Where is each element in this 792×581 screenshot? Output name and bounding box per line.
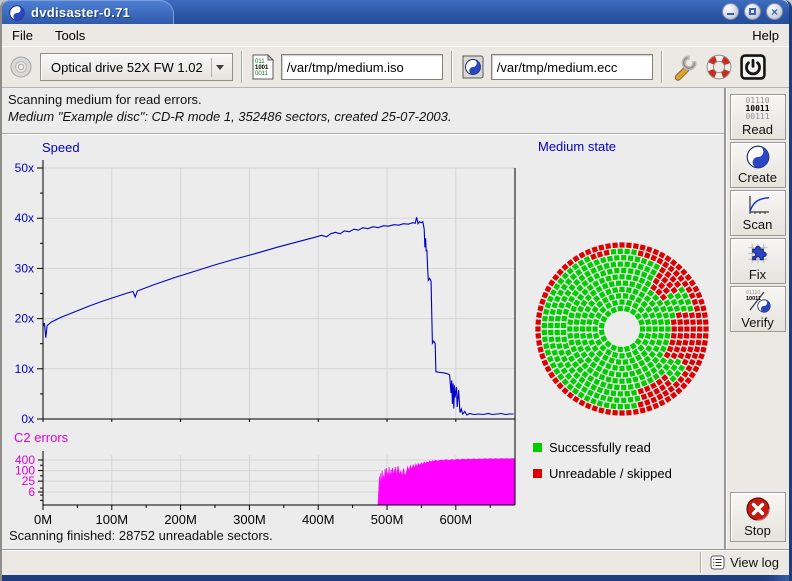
svg-text:50x: 50x xyxy=(15,161,34,175)
toolbar-separator xyxy=(661,51,663,83)
read-binary-icon: 01110 10011 00111 xyxy=(745,97,769,121)
stop-icon xyxy=(745,496,771,522)
stop-label: Stop xyxy=(744,523,771,538)
drive-selector-value: Optical drive 52X FW 1.02 xyxy=(51,60,203,75)
svg-text:0M: 0M xyxy=(34,512,52,527)
minimize-icon xyxy=(727,13,734,15)
iso-path-input[interactable] xyxy=(281,54,443,80)
window-title: dvdisaster-0.71 xyxy=(31,5,130,20)
statusbar: View log xyxy=(2,549,789,575)
svg-text:20x: 20x xyxy=(15,312,34,326)
separator xyxy=(2,133,724,135)
medium-state-disc xyxy=(530,236,714,424)
speed-c2-chart: 0x10x20x30x40x50x4001002560M100M200M300M… xyxy=(2,136,532,530)
svg-text:200M: 200M xyxy=(164,512,197,527)
toolbar-separator xyxy=(451,51,453,83)
scan-button[interactable]: Scan xyxy=(730,190,786,236)
statusbar-left xyxy=(2,550,700,575)
fix-label: Fix xyxy=(749,267,766,282)
svg-text:600M: 600M xyxy=(440,512,473,527)
svg-text:30x: 30x xyxy=(15,261,34,275)
chevron-down-icon xyxy=(216,65,224,70)
optical-drive-icon xyxy=(8,54,34,80)
minimize-button[interactable] xyxy=(722,3,739,20)
svg-text:40x: 40x xyxy=(15,211,34,225)
legend-ok-swatch xyxy=(533,443,542,452)
svg-text:0011: 0011 xyxy=(255,71,269,77)
menu-help[interactable]: Help xyxy=(750,26,781,45)
stop-button[interactable]: Stop xyxy=(730,492,786,542)
legend-ok-label: Successfully read xyxy=(549,440,651,455)
create-button[interactable]: Create xyxy=(730,142,786,188)
svg-text:400M: 400M xyxy=(302,512,335,527)
help-lifebuoy-icon[interactable] xyxy=(705,53,733,81)
svg-text:0x: 0x xyxy=(21,412,34,426)
scan-chart-icon xyxy=(745,194,771,216)
drive-selector[interactable]: Optical drive 52X FW 1.02 xyxy=(40,53,233,81)
close-button[interactable]: × xyxy=(766,3,783,20)
svg-text:6: 6 xyxy=(28,485,35,499)
view-log-label: View log xyxy=(730,555,779,570)
quit-power-icon[interactable] xyxy=(739,53,767,81)
legend-bad-swatch xyxy=(533,469,542,478)
view-log-button[interactable]: View log xyxy=(702,550,789,575)
svg-text:500M: 500M xyxy=(371,512,404,527)
action-sidebar: 01110 10011 00111 Read Create xyxy=(724,88,789,549)
log-list-icon xyxy=(710,555,725,570)
ecc-file-icon xyxy=(461,54,485,80)
scan-result-text: Scanning finished: 28752 unreadable sect… xyxy=(9,528,273,543)
app-yinyang-icon xyxy=(9,5,25,21)
menubar: File Tools Help xyxy=(2,24,789,46)
status-line2: Medium "Example disc": CD-R mode 1, 3524… xyxy=(8,108,452,125)
read-button[interactable]: 01110 10011 00111 Read xyxy=(730,94,786,140)
menu-tools[interactable]: Tools xyxy=(53,26,87,45)
toolbar: Optical drive 52X FW 1.02 011 1001 0011 xyxy=(2,46,789,88)
maximize-button[interactable] xyxy=(744,3,761,20)
legend-bad-label: Unreadable / skipped xyxy=(549,466,672,481)
ecc-path-input[interactable] xyxy=(491,54,653,80)
app-window: dvdisaster-0.71 × File Tools Help Optica… xyxy=(0,0,792,581)
titlebar[interactable]: dvdisaster-0.71 × xyxy=(2,0,789,24)
titlebar-tab: dvdisaster-0.71 xyxy=(2,0,174,24)
verify-label: Verify xyxy=(741,315,774,330)
preferences-wrench-icon[interactable] xyxy=(671,53,699,81)
drive-selector-arrow xyxy=(211,58,228,77)
scan-label: Scan xyxy=(743,217,773,232)
main-panel: Scanning medium for read errors. Medium … xyxy=(2,88,724,549)
verify-button[interactable]: 01110 10011 Verify xyxy=(730,286,786,332)
medium-state-legend: Successfully read Unreadable / skipped xyxy=(533,440,672,481)
read-label: Read xyxy=(742,122,773,137)
verify-icon: 01110 10011 xyxy=(743,288,773,314)
window-bottom-border xyxy=(2,575,789,581)
fix-button[interactable]: Fix xyxy=(730,238,786,284)
status-line1: Scanning medium for read errors. xyxy=(8,91,452,108)
create-yinyang-icon xyxy=(746,145,770,169)
svg-text:300M: 300M xyxy=(233,512,266,527)
iso-file-icon: 011 1001 0011 xyxy=(251,54,275,80)
maximize-icon xyxy=(749,8,756,15)
svg-text:100M: 100M xyxy=(96,512,129,527)
svg-text:10x: 10x xyxy=(15,362,34,376)
medium-state-title: Medium state xyxy=(538,139,616,154)
toolbar-separator xyxy=(241,51,243,83)
fix-puzzle-icon xyxy=(744,240,771,266)
menu-file[interactable]: File xyxy=(10,26,35,45)
create-label: Create xyxy=(738,170,777,185)
